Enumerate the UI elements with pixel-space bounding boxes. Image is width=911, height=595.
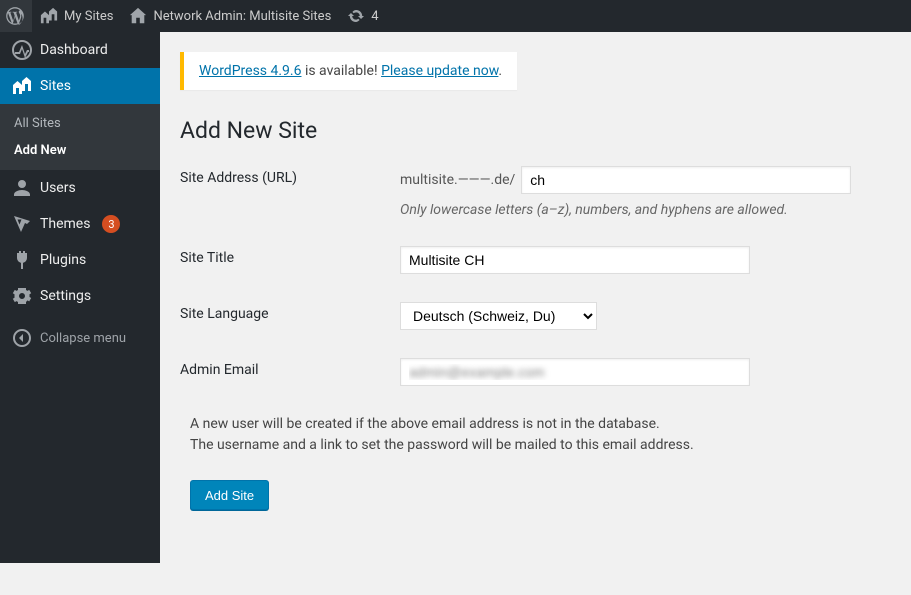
admin-bar: My Sites Network Admin: Multisite Sites … [0, 0, 911, 32]
label-site-address: Site Address (URL) [180, 166, 400, 186]
submenu-sites: All Sites Add New [0, 104, 160, 170]
page-title: Add New Site [180, 117, 891, 144]
collapse-menu[interactable]: Collapse menu [0, 320, 160, 356]
admin-email-note: A new user will be created if the above … [190, 414, 891, 456]
updates-menu[interactable]: 4 [339, 0, 386, 32]
label-admin-email: Admin Email [180, 358, 400, 378]
plugins-icon [12, 250, 32, 270]
my-sites-label: My Sites [64, 9, 113, 24]
my-sites-menu[interactable]: My Sites [32, 0, 121, 32]
menu-themes-label: Themes [40, 216, 90, 232]
menu-sites-label: Sites [40, 78, 71, 94]
collapse-label: Collapse menu [40, 331, 126, 346]
admin-email-input[interactable] [400, 358, 750, 386]
row-admin-email: Admin Email [180, 358, 891, 386]
sites-icon [12, 76, 32, 96]
users-icon [12, 178, 32, 198]
settings-icon [12, 286, 32, 306]
row-site-title: Site Title [180, 246, 891, 274]
menu-settings-label: Settings [40, 288, 91, 304]
home-icon [129, 7, 147, 25]
houses-icon [40, 7, 58, 25]
update-nag-text: is available! [301, 63, 381, 79]
menu-dashboard[interactable]: Dashboard [0, 32, 160, 68]
menu-users-label: Users [40, 180, 76, 196]
main-content: WordPress 4.9.6 is available! Please upd… [160, 32, 911, 550]
site-name-menu[interactable]: Network Admin: Multisite Sites [121, 0, 339, 32]
update-nag-action-link[interactable]: Please update now [381, 63, 498, 79]
submenu-all-sites[interactable]: All Sites [0, 110, 160, 137]
admin-sidebar: Dashboard Sites All Sites Add New Users … [0, 32, 160, 563]
row-site-language: Site Language Deutsch (Schweiz, Du) [180, 302, 891, 330]
themes-icon [12, 214, 32, 234]
menu-themes[interactable]: Themes 3 [0, 206, 160, 242]
site-address-prefix: multisite.———.de/ [400, 172, 515, 188]
label-site-title: Site Title [180, 246, 400, 266]
menu-users[interactable]: Users [0, 170, 160, 206]
site-title-input[interactable] [400, 246, 750, 274]
site-language-select[interactable]: Deutsch (Schweiz, Du) [400, 302, 597, 330]
submenu-add-new[interactable]: Add New [0, 137, 160, 164]
menu-plugins-label: Plugins [40, 252, 86, 268]
note-line1: A new user will be created if the above … [190, 416, 660, 432]
dashboard-icon [12, 40, 32, 60]
add-site-button[interactable]: Add Site [190, 480, 269, 510]
update-icon [347, 7, 365, 25]
site-address-hint: Only lowercase letters (a–z), numbers, a… [400, 202, 880, 218]
update-nag-version-link[interactable]: WordPress 4.9.6 [199, 63, 301, 79]
themes-badge: 3 [102, 215, 120, 233]
menu-settings[interactable]: Settings [0, 278, 160, 314]
site-address-input[interactable] [521, 166, 851, 194]
update-nag: WordPress 4.9.6 is available! Please upd… [180, 52, 517, 90]
label-site-language: Site Language [180, 302, 400, 322]
row-site-address: Site Address (URL) multisite.———.de/ Onl… [180, 166, 891, 218]
collapse-icon [12, 328, 32, 348]
wp-logo-menu[interactable] [0, 0, 32, 32]
menu-plugins[interactable]: Plugins [0, 242, 160, 278]
site-name-label: Network Admin: Multisite Sites [153, 9, 331, 24]
menu-sites[interactable]: Sites [0, 68, 160, 104]
updates-count: 4 [371, 9, 378, 24]
wordpress-icon [6, 7, 24, 25]
note-line2: The username and a link to set the passw… [190, 437, 694, 453]
menu-dashboard-label: Dashboard [40, 42, 108, 58]
